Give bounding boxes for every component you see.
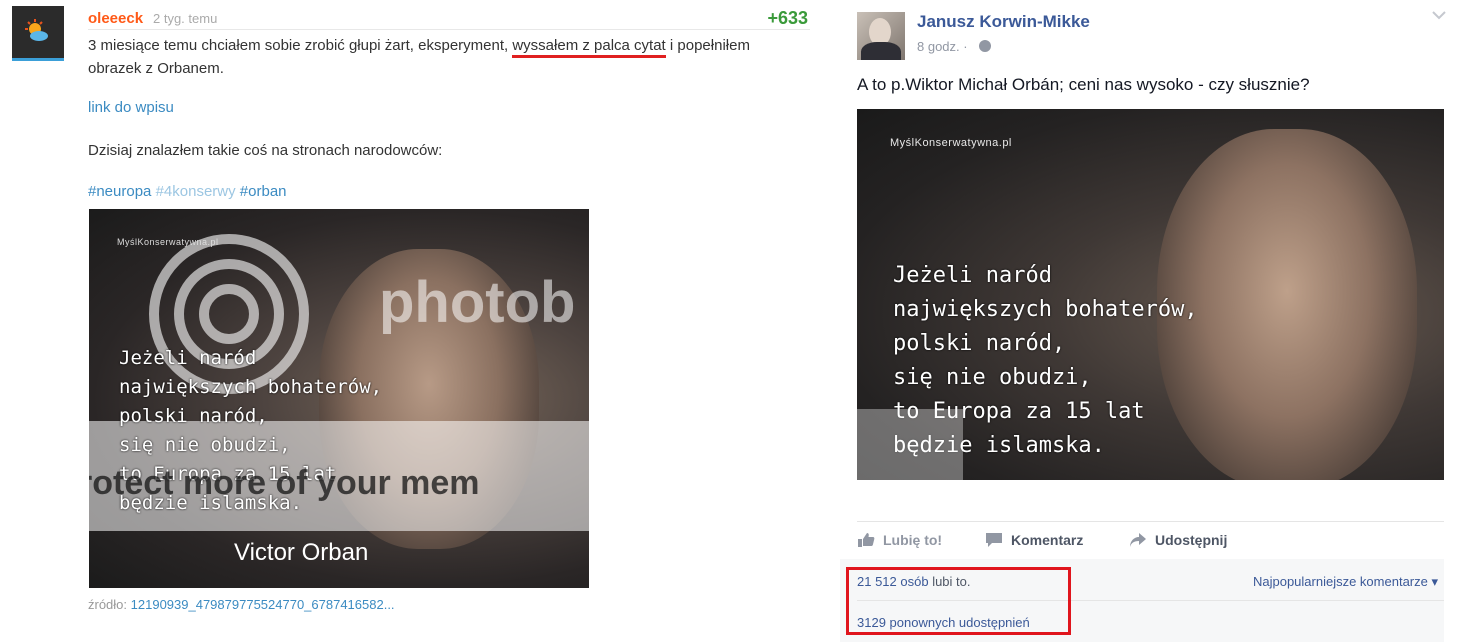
image-signature: Victor Orban: [234, 539, 369, 566]
tag-neuropa[interactable]: #neuropa: [88, 183, 151, 200]
share-arrow-icon: [1130, 533, 1146, 547]
image-source: źródło: 12190939_479879775524770_6787416…: [88, 597, 395, 612]
source-link[interactable]: 12190939_479879775524770_6787416582...: [131, 597, 395, 612]
author-avatar[interactable]: [857, 12, 905, 60]
post-message: A to p.Wiktor Michał Orbán; ceni nas wys…: [857, 75, 1310, 94]
tag-orban[interactable]: #orban: [240, 183, 287, 200]
post-actions: Lubię to! Komentarz Udostępnij: [857, 521, 1444, 559]
highlighted-phrase: wyssałem z palca cytat: [512, 37, 666, 58]
share-label: Udostępnij: [1155, 532, 1228, 548]
username-link[interactable]: oleeeck: [88, 10, 143, 27]
wykop-entry: oleeeck 2 tyg. temu +633 3 miesiące temu…: [0, 0, 820, 642]
watermark-bottom: rotect more of your mem: [89, 464, 480, 502]
tag-4konserwy[interactable]: #4konserwy: [156, 183, 236, 200]
highlight-box: [846, 567, 1071, 635]
source-label: źródło:: [88, 597, 128, 612]
chevron-down-icon[interactable]: [1432, 10, 1446, 20]
comment-sort-dropdown[interactable]: Najpopularniejsze komentarze ▾: [1253, 574, 1438, 590]
author-name[interactable]: Janusz Korwin-Mikke: [917, 12, 1090, 32]
entry-header: oleeeck 2 tyg. temu +633: [88, 8, 810, 30]
entry-paragraph: Dzisiaj znalazłem takie coś na stronach …: [88, 142, 443, 159]
sun-cloud-icon: [25, 19, 48, 41]
entry-image[interactable]: photob MyślKonserwatywna.pl Jeżeli naród…: [89, 209, 589, 588]
entry-time[interactable]: 2 tyg. temu: [153, 11, 217, 26]
image-brand: MyślKonserwatywna.pl: [890, 137, 1012, 149]
image-brand: MyślKonserwatywna.pl: [117, 237, 219, 247]
like-button[interactable]: Lubię to!: [857, 532, 942, 548]
tag-list: #neuropa #4konserwy #orban: [88, 181, 287, 202]
thumbs-up-icon: [858, 533, 875, 547]
entry-text: 3 miesiące temu chciałem sobie zrobić gł…: [88, 35, 803, 79]
avatar-bar: [12, 58, 64, 61]
entry-link[interactable]: link do wpisu: [88, 99, 174, 116]
like-label: Lubię to!: [883, 532, 943, 548]
entry-text-part1: 3 miesiące temu chciałem sobie zrobić gł…: [88, 37, 513, 54]
image-corner: [857, 409, 963, 480]
avatar-body: [861, 42, 901, 60]
post-image[interactable]: MyślKonserwatywna.pl Jeżeli naród najwię…: [857, 109, 1444, 480]
share-button[interactable]: Udostępnij: [1129, 532, 1227, 548]
post-time[interactable]: 8 godz. ·: [917, 39, 968, 54]
vote-count[interactable]: +633: [767, 8, 808, 29]
facebook-post: Janusz Korwin-Mikke 8 godz. · A to p.Wik…: [840, 0, 1460, 642]
user-avatar[interactable]: [12, 6, 64, 58]
globe-icon: [979, 40, 991, 52]
comment-button[interactable]: Komentarz: [985, 532, 1083, 548]
watermark-top: photob: [379, 270, 576, 335]
entry-link-line: link do wpisu: [88, 97, 174, 118]
comment-label: Komentarz: [1011, 532, 1084, 548]
comment-icon: [986, 533, 1002, 547]
